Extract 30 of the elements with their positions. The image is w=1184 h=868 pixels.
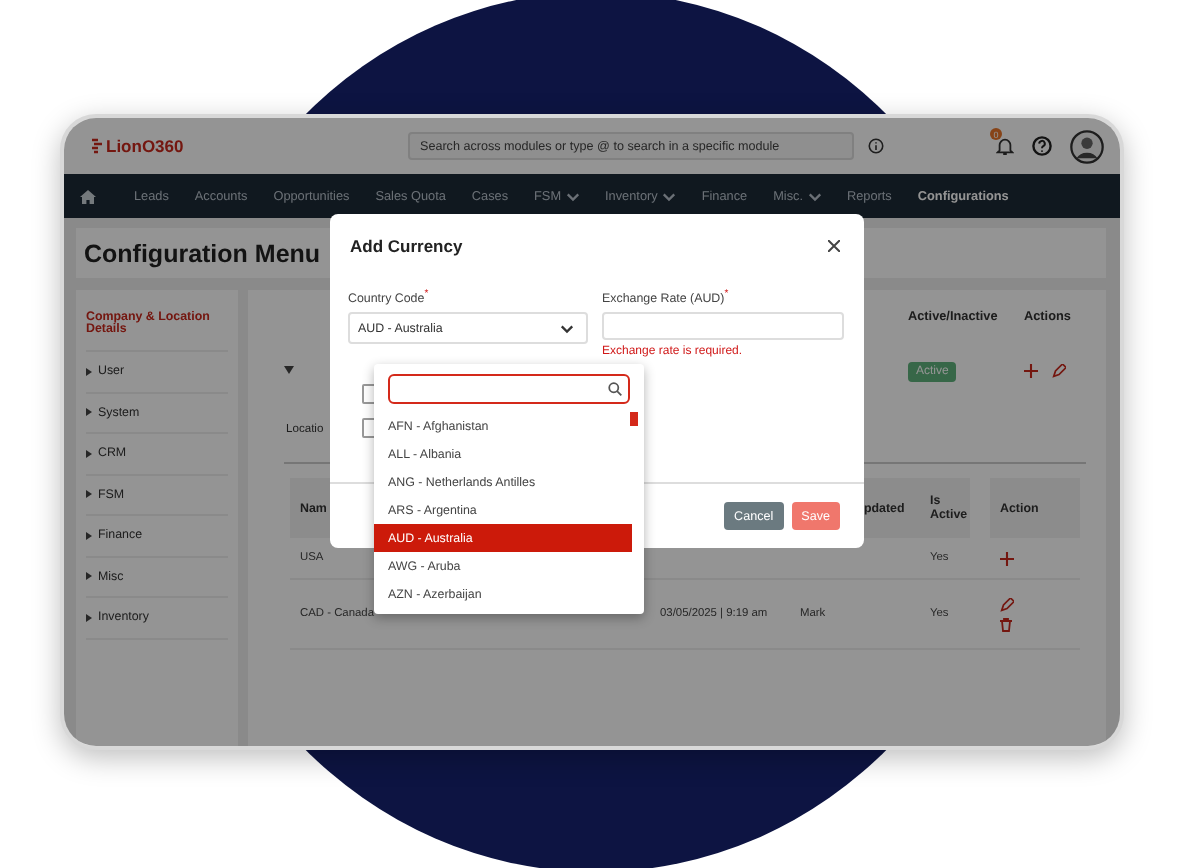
info-icon[interactable] bbox=[868, 138, 884, 154]
search-icon bbox=[608, 382, 622, 396]
chevron-down-icon bbox=[661, 191, 676, 201]
pencil-icon[interactable] bbox=[1000, 597, 1014, 611]
dropdown-search-field[interactable] bbox=[388, 374, 630, 404]
bell-icon[interactable] bbox=[996, 136, 1014, 156]
trash-icon[interactable] bbox=[1000, 617, 1012, 631]
caret-right-icon bbox=[86, 490, 92, 499]
caret-right-icon bbox=[86, 613, 92, 622]
input-field[interactable] bbox=[602, 312, 844, 341]
pencil-icon[interactable] bbox=[1052, 363, 1066, 377]
home-icon[interactable] bbox=[80, 189, 96, 203]
caret-right-icon bbox=[86, 531, 92, 540]
logo-icon bbox=[92, 137, 102, 155]
chevron-down-icon bbox=[807, 191, 821, 201]
close-icon[interactable] bbox=[828, 240, 840, 252]
plus-icon[interactable] bbox=[1000, 551, 1014, 565]
dialog-title: Add Currency bbox=[350, 236, 463, 256]
caret-down-icon[interactable] bbox=[284, 365, 294, 373]
caret-right-icon bbox=[86, 449, 92, 458]
avatar-icon[interactable] bbox=[1070, 129, 1104, 163]
caret-right-icon bbox=[86, 572, 92, 581]
chevron-down-icon bbox=[560, 323, 574, 334]
chevron-down-icon bbox=[565, 191, 580, 201]
caret-right-icon bbox=[86, 408, 92, 417]
help-icon[interactable] bbox=[1032, 136, 1052, 156]
caret-right-icon bbox=[86, 367, 92, 376]
plus-icon[interactable] bbox=[1024, 363, 1038, 377]
logo: LionO360 bbox=[106, 136, 184, 156]
scrollbar-thumb[interactable] bbox=[630, 412, 638, 426]
